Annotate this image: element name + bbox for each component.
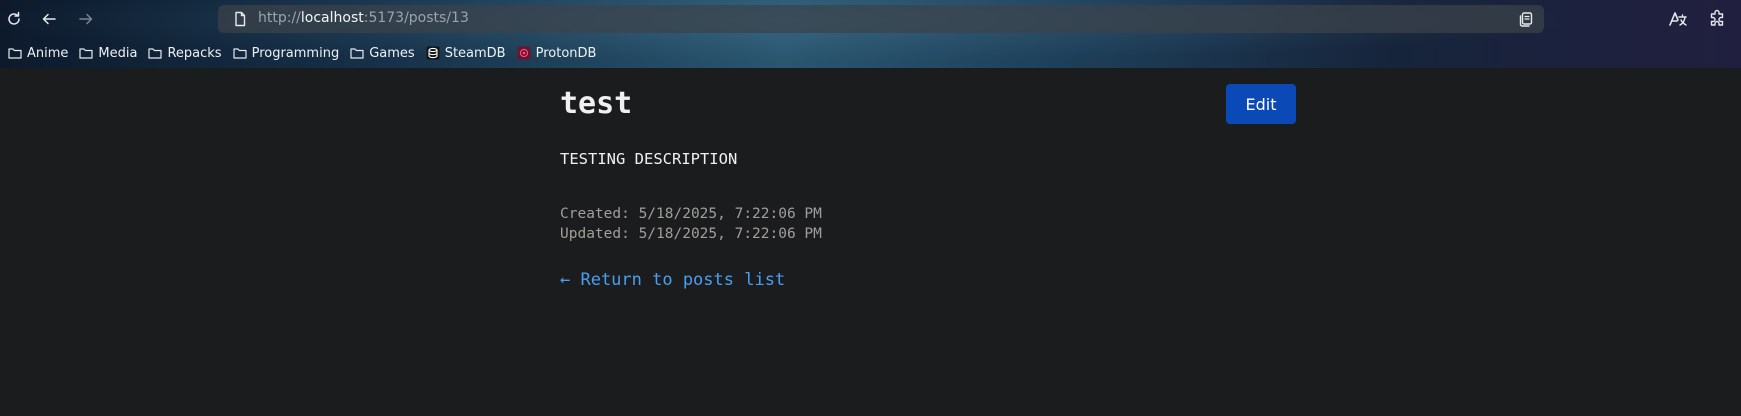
folder-icon <box>79 48 94 59</box>
bookmark-label: Games <box>369 45 415 61</box>
bookmark-label: Repacks <box>167 45 222 61</box>
url-text: http://localhost:5173/posts/13 <box>258 10 469 26</box>
address-bar[interactable]: http://localhost:5173/posts/13 <box>218 5 1544 33</box>
bookmark-label: SteamDB <box>444 45 506 61</box>
bookmark-games[interactable]: Games <box>350 45 415 61</box>
return-to-posts-link[interactable]: ← Return to posts list <box>560 270 785 290</box>
folder-icon <box>232 48 247 59</box>
post-title: test <box>560 86 633 121</box>
page-icon <box>235 11 246 27</box>
edit-button[interactable]: Edit <box>1226 84 1296 124</box>
bookmark-label: ProtonDB <box>535 45 597 61</box>
bookmark-media[interactable]: Media <box>79 46 137 61</box>
bookmark-repacks[interactable]: Repacks <box>148 45 222 61</box>
created-timestamp: Created: 5/18/2025, 7:22:06 PM <box>560 206 822 222</box>
url-scheme: http:// <box>258 10 301 26</box>
url-path: :5173/posts/13 <box>363 10 469 26</box>
forward-button[interactable] <box>74 7 98 31</box>
bookmark-anime[interactable]: Anime <box>8 46 68 61</box>
back-button[interactable] <box>37 7 61 31</box>
folder-icon <box>148 48 163 59</box>
arrow-right-icon <box>79 13 93 25</box>
browser-toolbar: http://localhost:5173/posts/13 Anime Med… <box>0 0 1741 68</box>
post-meta: Created: 5/18/2025, 7:22:06 PM Updated: … <box>560 204 822 244</box>
bookmarks-bar: Anime Media Repacks Programming Games St… <box>8 43 596 63</box>
translate-icon[interactable] <box>1668 9 1688 29</box>
reload-icon <box>8 11 20 25</box>
bookmark-label: Anime <box>27 45 69 61</box>
bookmark-programming[interactable]: Programming <box>232 45 340 61</box>
arrow-left-icon <box>42 13 56 25</box>
reader-view-icon[interactable] <box>1518 11 1534 27</box>
url-host: localhost <box>300 10 364 26</box>
extensions-icon[interactable] <box>1707 9 1727 29</box>
protondb-icon <box>517 46 531 60</box>
bookmark-label: Programming <box>251 45 340 61</box>
post-description: TESTING DESCRIPTION <box>560 150 738 168</box>
bookmark-label: Media <box>98 45 138 61</box>
bookmark-protondb[interactable]: ProtonDB <box>517 45 597 61</box>
reload-button[interactable] <box>2 7 26 31</box>
folder-icon <box>350 48 364 59</box>
bookmark-steamdb[interactable]: SteamDB <box>426 46 506 61</box>
folder-icon <box>8 48 22 59</box>
steamdb-icon <box>426 46 440 60</box>
updated-timestamp: Updated: 5/18/2025, 7:22:06 PM <box>560 226 822 242</box>
